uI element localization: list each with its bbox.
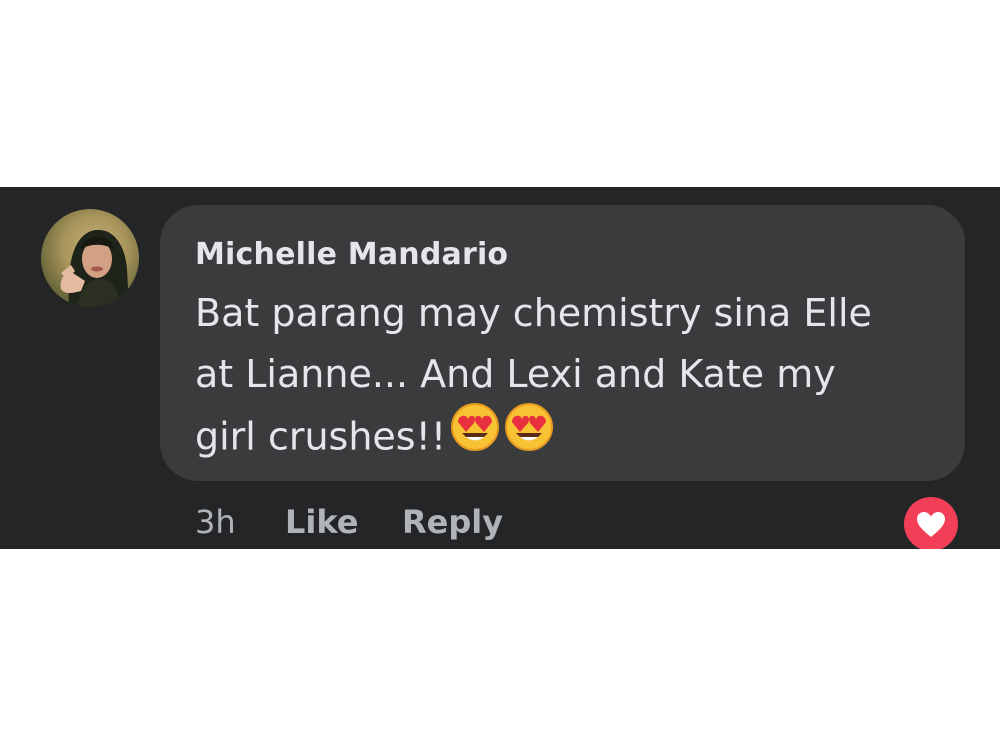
comment-author-name[interactable]: Michelle Mandario [195, 237, 508, 272]
comment-body: Bat parang may chemistry sina Elle at Li… [195, 283, 935, 473]
comment-line: Bat parang may chemistry sina Elle [195, 291, 872, 335]
like-button[interactable]: Like [285, 503, 358, 541]
comment-container: Michelle Mandario Bat parang may chemist… [0, 187, 1000, 549]
heart-eyes-emoji-icon [504, 402, 554, 470]
reply-button[interactable]: Reply [402, 503, 503, 541]
heart-eyes-emoji-icon [450, 402, 500, 470]
heart-icon [917, 512, 945, 537]
avatar[interactable] [41, 209, 139, 307]
comment-line-text: girl crushes!! [195, 414, 447, 459]
comment-line-last: girl crushes!! [195, 402, 935, 473]
heart-reaction-badge[interactable] [904, 497, 958, 549]
profile-photo [60, 229, 129, 307]
comment-line: at Lianne... And Lexi and Kate my [195, 352, 836, 396]
comment-bubble: Michelle Mandario Bat parang may chemist… [160, 205, 965, 481]
comment-timestamp[interactable]: 3h [195, 503, 236, 541]
